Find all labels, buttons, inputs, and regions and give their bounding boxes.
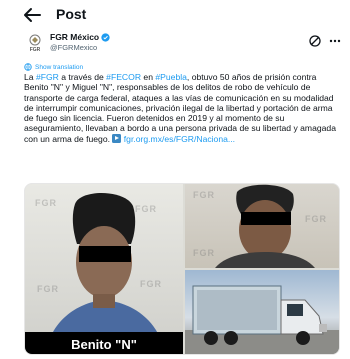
eye-censor-bar (241, 212, 291, 225)
eye-censor-bar (79, 246, 131, 262)
author-name[interactable]: FGR México (50, 32, 99, 42)
author-name-row[interactable]: FGR México (50, 32, 110, 42)
more-options-icon[interactable] (328, 34, 342, 48)
hashtag-fecor[interactable]: #FECOR (106, 72, 141, 82)
post-media-grid[interactable]: FGR FGR FGR FGR Benito "N" FGR FGR FGR (24, 183, 340, 355)
mugshot-photo-left[interactable]: FGR FGR FGR FGR Benito "N" (25, 184, 183, 354)
post-text-segment: La (24, 72, 36, 82)
play-button-emoji-icon (112, 133, 122, 143)
post-url-link[interactable]: fgr.org.mx/es/FGR/Naciona... (124, 134, 235, 144)
post-text-segment: en (141, 72, 156, 82)
person-figure (215, 184, 315, 268)
top-bar: Post (0, 0, 350, 30)
hashtag-puebla[interactable]: #Puebla (155, 72, 187, 82)
grok-icon[interactable] (308, 34, 322, 48)
translate-icon (24, 63, 32, 71)
page-title: Post (56, 6, 87, 22)
mugshot-photo-right[interactable]: FGR FGR FGR (185, 184, 339, 268)
post-author: FGR FGR México @FGRMexico (24, 32, 342, 54)
post-text: La #FGR a través de #FECOR en #Puebla, o… (24, 72, 340, 144)
back-arrow-icon[interactable] (22, 6, 42, 24)
author-handle[interactable]: @FGRMexico (50, 43, 97, 52)
fgr-logo-icon: FGR (29, 34, 41, 53)
mugshot-caption: Benito "N" (25, 332, 183, 354)
truck-illustration (185, 285, 339, 354)
show-translation-label[interactable]: Show translation (35, 64, 83, 71)
verified-badge-icon (101, 32, 110, 42)
hashtag-fgr[interactable]: #FGR (36, 72, 59, 82)
person-figure (45, 192, 165, 354)
truck-photo[interactable] (185, 270, 339, 354)
show-translation-link[interactable]: Show translation (24, 63, 83, 71)
avatar[interactable]: FGR (24, 32, 46, 54)
post-text-segment: a través de (58, 72, 107, 82)
svg-text:FGR: FGR (30, 47, 41, 53)
